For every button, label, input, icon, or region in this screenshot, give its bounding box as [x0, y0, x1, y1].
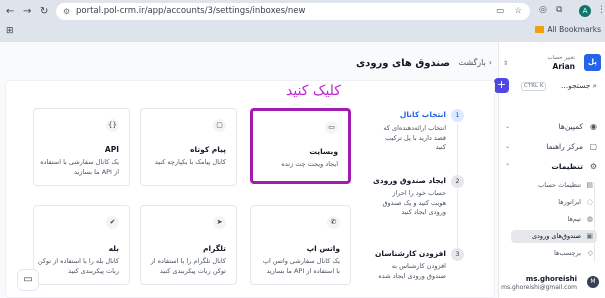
sidebar: پل تغییر حساب Arian ⇕ + CTRL K ⌕ جستجو..…: [494, 42, 605, 298]
step-number: 2: [451, 175, 464, 188]
brand-logo: پل: [584, 54, 601, 71]
reload-icon[interactable]: ↻: [40, 5, 48, 19]
chat-widget-button[interactable]: ▭: [17, 269, 39, 291]
channel-description: یک کانال سفارشی واتس اپ با استفاده از AP…: [262, 257, 340, 275]
extension-icon[interactable]: ◎: [539, 5, 547, 15]
address-bar[interactable]: ⚙ portal.pol-crm.ir/app/accounts/3/setti…: [56, 3, 530, 20]
team-icon: ◍: [586, 215, 593, 223]
channel-description: کانال تلگرام را با استفاده از توکن ربات …: [150, 257, 226, 275]
site-info-icon[interactable]: ⚙: [63, 3, 70, 20]
sidebar-item-settings[interactable]: ⚙ تنظیمات ⌃: [505, 159, 597, 174]
tag-icon: ◇: [587, 249, 593, 257]
inbox-icon: ▣: [586, 232, 593, 240]
chevron-left-icon: ‹: [488, 58, 492, 67]
sidebar-subitem-teams[interactable]: ◍ تیم‌ها: [511, 213, 597, 226]
step-title: انتخاب کانال: [399, 110, 446, 119]
channel-card-sms[interactable]: ▢ پیام کوتاه کانال پیامک با یکپارچه کنید: [140, 108, 237, 186]
website-chat-icon: ▭: [325, 121, 338, 134]
search-icon: ⌕: [592, 81, 597, 90]
channel-title: بله: [108, 244, 119, 253]
chat-icon: ▭: [23, 274, 33, 285]
settings-icon: ▤: [586, 181, 593, 189]
channel-card-telegram[interactable]: ➤ تلگرام کانال تلگرام را با استفاده از ت…: [140, 205, 237, 285]
channel-description: کانال پیامک با یکپارچه کنید: [154, 158, 226, 166]
forward-arrow-icon[interactable]: →: [23, 5, 31, 19]
browser-chrome: ← → ↻ ⚙ portal.pol-crm.ir/app/accounts/3…: [0, 0, 605, 42]
gear-icon: ⚙: [589, 162, 597, 171]
url-text: portal.pol-crm.ir/app/accounts/3/setting…: [76, 6, 306, 16]
sidebar-search[interactable]: ⌕ جستجو...: [561, 81, 597, 91]
sidebar-subitem-labels[interactable]: ◇ برچسب‌ها: [511, 247, 597, 260]
channel-title: واتس اپ: [306, 244, 340, 253]
sidebar-subitem-operators[interactable]: ◌ ایراتورها: [511, 196, 597, 209]
step-title: ایجاد صندوق ورودی: [372, 176, 446, 185]
step-connector: [457, 124, 458, 176]
step-description: افزودن کارشناس به صندوق ورودی ایجاد شده: [378, 262, 446, 280]
step-connector: [457, 189, 458, 251]
channel-card-api[interactable]: {} API یک کانال سفارشی با استفاده از API…: [33, 108, 130, 186]
user-email: ms.ghoreishi@gmail.com: [501, 284, 577, 291]
apps-grid-icon[interactable]: ⊞: [6, 26, 14, 36]
sidebar-subitem-inboxes[interactable]: ▣ صندوق‌های ورودی: [511, 230, 597, 243]
chevron-up-icon: ⌃: [505, 163, 511, 170]
page-title: صندوق های ورودی: [356, 58, 450, 69]
sidebar-item-help-center[interactable]: ▢ مرکز راهنما ⌄: [505, 139, 597, 154]
sidebar-item-campaigns[interactable]: ◉ کمپین‌ها ⌄: [505, 119, 597, 134]
channel-description: کانال بله را با استفاده از توکن ربات پیک…: [37, 257, 119, 275]
click-annotation: کلیک کنید: [286, 83, 341, 99]
channel-title: پیام کوتاه: [190, 145, 226, 154]
megaphone-icon: ◉: [590, 122, 597, 131]
telegram-icon: ➤: [213, 216, 226, 229]
browser-profile-avatar[interactable]: A: [579, 5, 591, 17]
channel-card-website[interactable]: ▭ وبسایت ایجاد ویجت چت زنده: [250, 108, 351, 184]
channel-description: ایجاد ویجت چت زنده: [281, 160, 338, 168]
step-description: حساب خود را احراز هویت کنید و یک صندوق و…: [382, 189, 446, 216]
avatar[interactable]: M: [587, 276, 599, 288]
channel-title: تلگرام: [203, 244, 226, 253]
cast-icon[interactable]: ▭: [496, 3, 504, 20]
step-description: انتخاب ارائه‌دهنده‌ای که قصد دارید با پل…: [383, 124, 446, 151]
step-number: 3: [451, 248, 464, 261]
step-title: افزودن کارشناسان: [374, 249, 446, 258]
back-link[interactable]: ‹بازگشت: [458, 58, 492, 67]
user-name: ms.ghoreishi: [525, 275, 577, 283]
chevron-updown-icon[interactable]: ⇕: [503, 60, 508, 67]
back-arrow-icon[interactable]: ←: [6, 5, 14, 19]
channel-description: یک کانال سفارشی با استفاده از API ما بسا…: [40, 158, 119, 176]
book-icon: ▢: [589, 142, 597, 151]
channel-card-whatsapp[interactable]: ✆ واتس اپ یک کانال سفارشی واتس اپ با است…: [250, 205, 351, 285]
sidebar-subitem-account-settings[interactable]: ▤ تنظیمات حساب: [511, 179, 597, 192]
shortcut-hint: CTRL K: [521, 82, 547, 91]
users-icon: ◌: [586, 198, 593, 206]
kebab-menu-icon[interactable]: ⋮: [597, 5, 605, 15]
sms-icon: ▢: [213, 119, 226, 132]
step-number: 1: [451, 109, 464, 122]
channel-title: API: [104, 145, 119, 154]
whatsapp-icon: ✆: [327, 216, 340, 229]
channel-title: وبسایت: [309, 147, 338, 156]
folder-icon: [535, 26, 545, 33]
app-root: پل تغییر حساب Arian ⇕ + CTRL K ⌕ جستجو..…: [0, 42, 605, 298]
all-bookmarks[interactable]: All Bookmarks: [535, 25, 601, 34]
chevron-down-icon: ⌄: [505, 143, 511, 150]
bale-icon: ✔: [106, 216, 119, 229]
channel-card-bale[interactable]: ✔ بله کانال بله را با استفاده از توکن رب…: [33, 205, 130, 285]
code-icon: {}: [106, 119, 119, 132]
bookmark-star-icon[interactable]: ☆: [514, 3, 522, 20]
main-content: ‹بازگشت صندوق های ورودی کلیک کنید 1 انتخ…: [0, 42, 498, 298]
account-change-label[interactable]: تغییر حساب: [548, 55, 575, 61]
chevron-down-icon: ⌄: [505, 123, 511, 130]
extensions-puzzle-icon[interactable]: ⧉: [556, 5, 562, 15]
account-name[interactable]: Arian: [553, 62, 575, 71]
